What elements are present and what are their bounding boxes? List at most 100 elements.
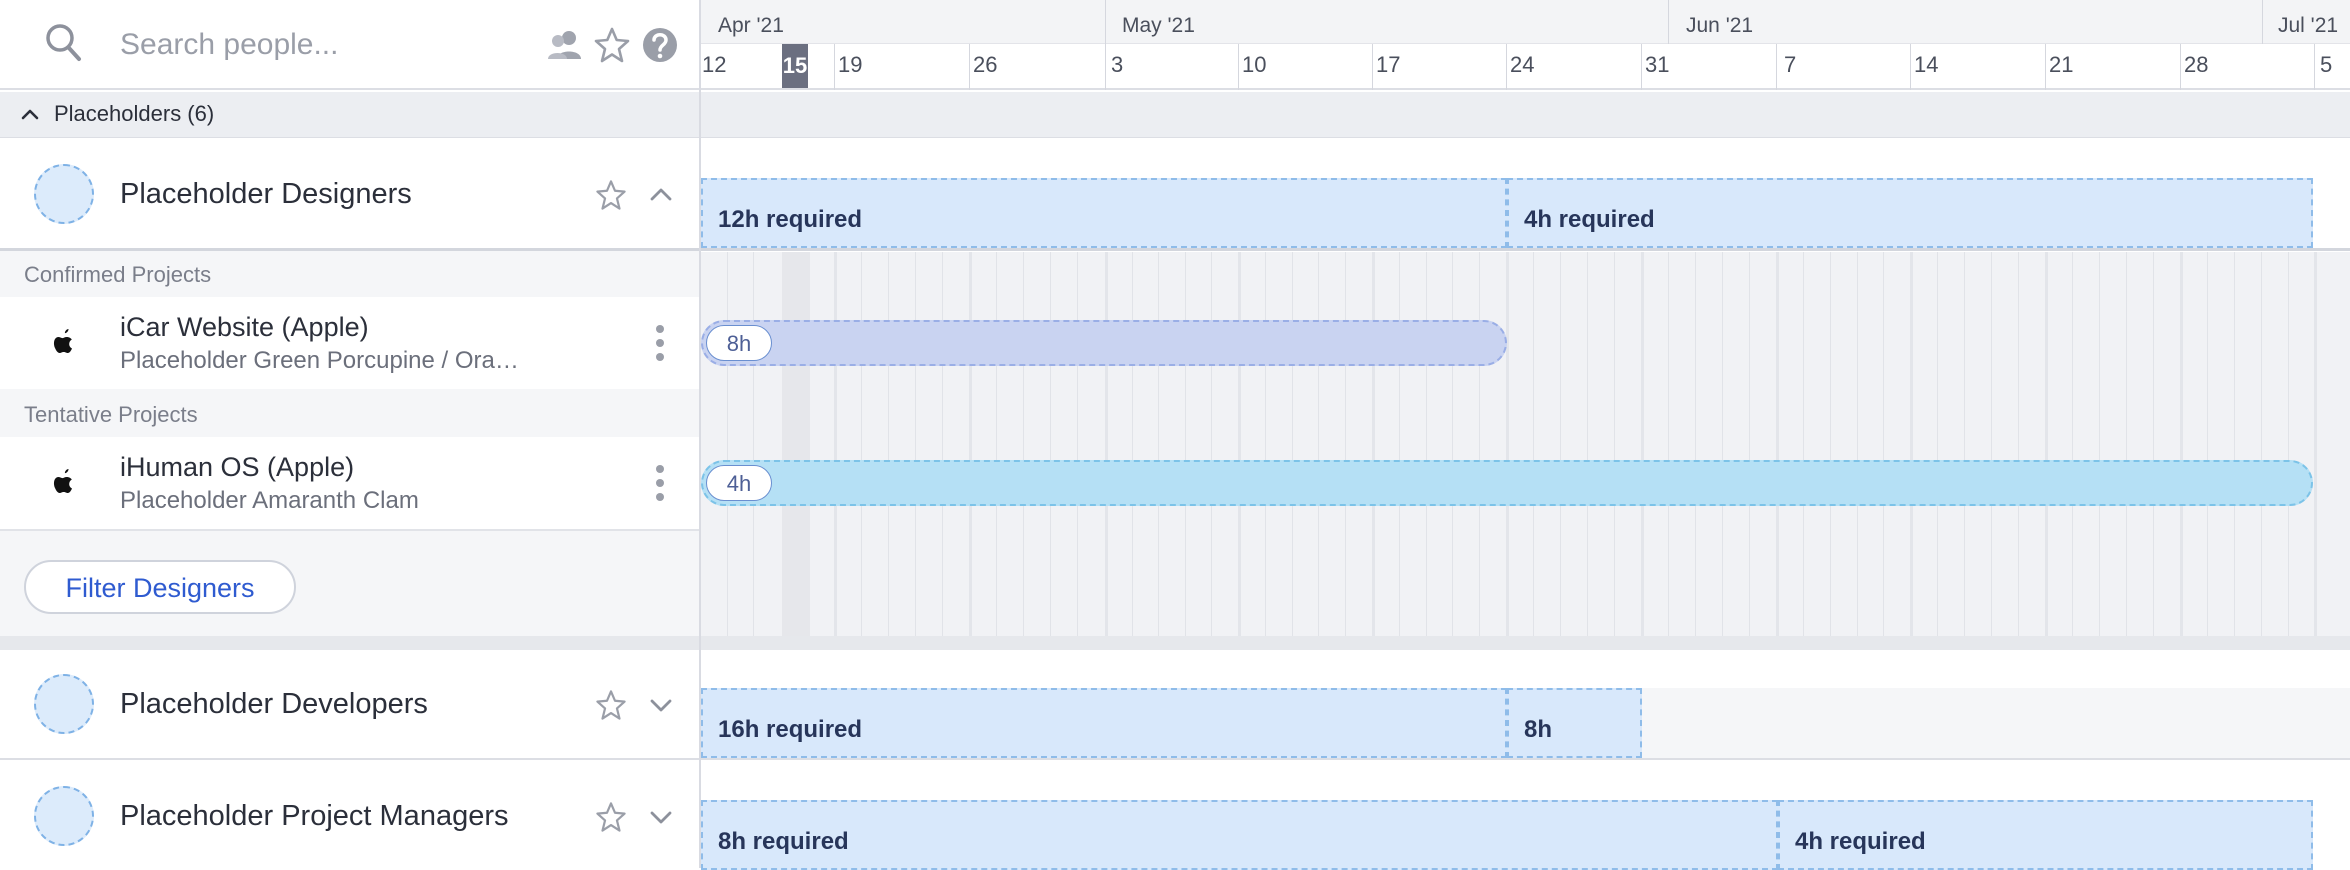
week-label: 12	[702, 52, 727, 77]
grid-line	[1964, 252, 1965, 636]
placeholder-project-managers-title[interactable]: Placeholder Project Managers	[120, 800, 508, 833]
placeholders-group-header[interactable]	[0, 92, 2350, 138]
grid-line	[942, 252, 943, 636]
section-separator	[0, 636, 2350, 650]
grid-line	[2072, 252, 2073, 636]
grid-line	[1668, 252, 1669, 636]
grid-line	[1830, 252, 1831, 636]
grid-line	[1158, 252, 1159, 636]
month-label: Jul '21	[2278, 14, 2339, 37]
month-label: Jun '21	[1686, 14, 1754, 37]
grid-line	[1803, 252, 1804, 636]
grid-line	[1614, 252, 1615, 636]
group-label: Placeholders (6)	[54, 101, 215, 126]
grid-line	[1238, 252, 1241, 636]
project-subtitle: Placeholder Green Porcupine / Ora…	[120, 347, 519, 374]
star-icon[interactable]	[594, 178, 628, 212]
requirement-bar[interactable]	[701, 800, 1778, 870]
week-separator	[2045, 44, 2046, 90]
week-label: 24	[1510, 52, 1535, 77]
grid-line	[2261, 252, 2262, 636]
grid-line	[1910, 252, 1913, 636]
project-subtitle: Placeholder Amaranth Clam	[120, 487, 419, 514]
week-separator	[1105, 44, 1106, 90]
month-label: May '21	[1122, 14, 1195, 37]
grid-line	[834, 252, 837, 636]
chevron-down-icon[interactable]	[644, 800, 678, 834]
project-title[interactable]: iCar Website (Apple)	[120, 312, 369, 343]
hours-pill: 4h	[706, 465, 772, 501]
avatar	[34, 786, 94, 846]
filter-designers-button[interactable]: Filter Designers	[24, 560, 296, 614]
star-icon[interactable]	[592, 25, 632, 65]
grid-line	[2018, 252, 2019, 636]
grid-line	[1132, 252, 1133, 636]
grid-line	[1399, 252, 1400, 636]
more-options-icon[interactable]	[655, 463, 665, 503]
grid-line	[1318, 252, 1319, 636]
grid-line	[1937, 252, 1938, 636]
grid-line	[2099, 252, 2100, 636]
grid-line	[1023, 252, 1024, 636]
grid-line	[1426, 252, 1427, 636]
grid-line	[1265, 252, 1266, 636]
grid-line	[1641, 252, 1644, 636]
week-separator	[1910, 44, 1911, 90]
grid-line	[1211, 252, 1212, 636]
avatar	[34, 164, 94, 224]
panel-divider	[699, 0, 701, 868]
placeholder-designers-title[interactable]: Placeholder Designers	[120, 178, 412, 211]
grid-line	[2288, 252, 2289, 636]
requirement-label: 8h	[1524, 716, 1553, 743]
today-column	[782, 252, 810, 636]
apple-icon	[54, 329, 72, 353]
chevron-down-icon[interactable]	[644, 688, 678, 722]
grid-line	[1695, 252, 1696, 636]
project-row[interactable]	[0, 437, 700, 529]
week-label: 28	[2184, 52, 2209, 77]
week-label: 31	[1645, 52, 1670, 77]
grid-line	[1857, 252, 1858, 636]
week-label: 26	[973, 52, 998, 77]
grid-line	[1105, 252, 1108, 636]
search-icon[interactable]	[44, 22, 82, 62]
project-title[interactable]: iHuman OS (Apple)	[120, 452, 354, 483]
help-icon[interactable]	[640, 25, 680, 65]
grid-line	[2180, 252, 2183, 636]
grid-line	[1345, 252, 1346, 636]
apple-icon	[54, 469, 72, 493]
grid-line	[1560, 252, 1561, 636]
chevron-up-icon[interactable]	[20, 104, 40, 124]
grid-line	[1722, 252, 1723, 636]
today-marker: 15	[782, 44, 808, 88]
star-icon[interactable]	[594, 800, 628, 834]
grid-line	[888, 252, 889, 636]
week-separator	[1641, 44, 1642, 90]
chevron-up-icon[interactable]	[644, 178, 678, 212]
project-row[interactable]	[0, 297, 700, 389]
grid-line	[1991, 252, 1992, 636]
confirmed-allocation-bar[interactable]	[701, 320, 1507, 366]
week-label: 17	[1376, 52, 1401, 77]
week-separator	[2180, 44, 2181, 90]
tentative-projects-label: Tentative Projects	[24, 402, 198, 427]
grid-line	[2153, 252, 2154, 636]
placeholder-developers-title[interactable]: Placeholder Developers	[120, 688, 428, 721]
search-input[interactable]	[118, 22, 518, 68]
timeline-grid	[701, 252, 2350, 636]
grid-line	[1776, 252, 1779, 636]
grid-line	[1883, 252, 1884, 636]
grid-line	[1479, 252, 1480, 636]
grid-line	[1533, 252, 1534, 636]
tentative-allocation-bar[interactable]	[701, 460, 2313, 506]
grid-line	[1506, 252, 1509, 636]
week-label: 21	[2049, 52, 2074, 77]
people-icon[interactable]	[545, 25, 585, 65]
more-options-icon[interactable]	[655, 323, 665, 363]
star-icon[interactable]	[594, 688, 628, 722]
month-label: Apr '21	[718, 14, 784, 37]
row-divider	[0, 758, 2350, 760]
requirement-label: 12h required	[718, 206, 863, 233]
week-label: 7	[1784, 52, 1797, 77]
week-label: 19	[838, 52, 863, 77]
